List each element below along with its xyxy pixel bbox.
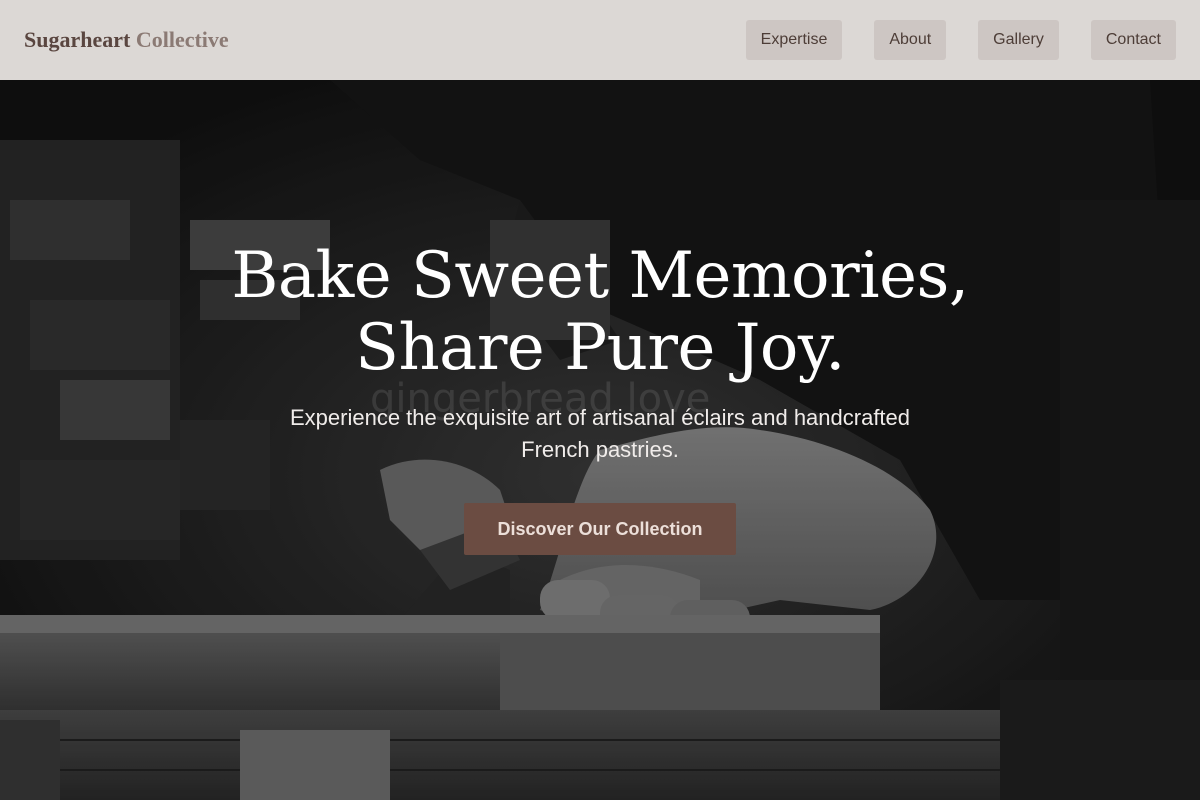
nav-menu: Expertise About Gallery Contact <box>745 20 1176 60</box>
hero-content: Bake Sweet Memories, Share Pure Joy. Exp… <box>0 240 1200 555</box>
brand-name-primary: Sugarheart <box>24 27 131 52</box>
brand-name-secondary: Collective <box>135 27 229 52</box>
page: Sugarheart Collective Expertise About Ga… <box>0 0 1200 800</box>
nav-item-contact[interactable]: Contact <box>1090 20 1176 60</box>
hero-headline-line-1: Bake Sweet Memories, <box>231 239 969 313</box>
hero-section: gingerbread love Bake Sweet Memories, Sh… <box>0 80 1200 800</box>
hero-headline-line-2: Share Pure Joy. <box>355 311 845 385</box>
hero-subtext: Experience the exquisite art of artisana… <box>289 405 911 462</box>
hero-headline: Bake Sweet Memories, Share Pure Joy. <box>0 240 1200 384</box>
top-navbar: Sugarheart Collective Expertise About Ga… <box>0 0 1200 80</box>
nav-item-expertise[interactable]: Expertise <box>745 20 843 60</box>
brand-logo[interactable]: Sugarheart Collective <box>24 27 229 53</box>
discover-collection-button[interactable]: Discover Our Collection <box>464 503 736 555</box>
nav-item-gallery[interactable]: Gallery <box>978 20 1059 60</box>
nav-item-about[interactable]: About <box>874 20 947 60</box>
